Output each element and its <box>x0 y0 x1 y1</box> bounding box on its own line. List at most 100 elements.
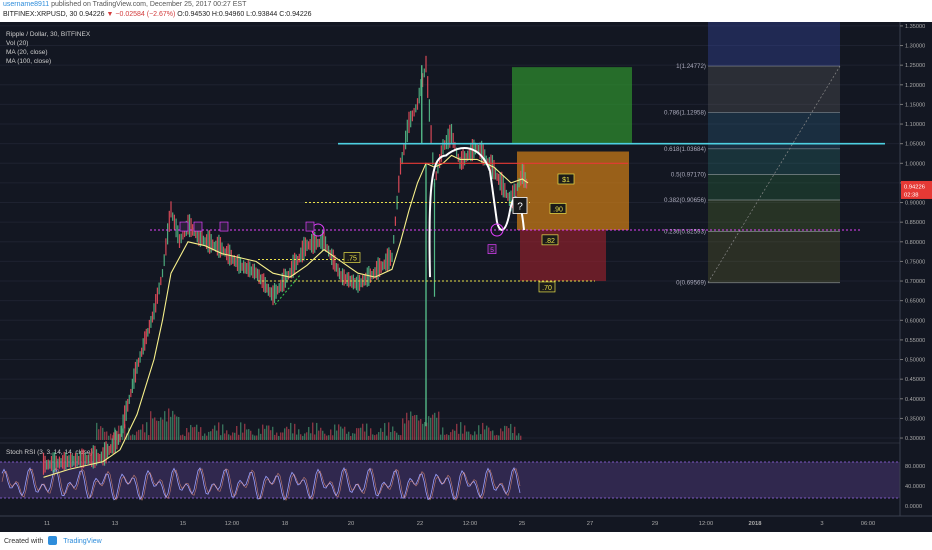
volume-bar <box>186 428 188 440</box>
volume-bar <box>156 420 158 440</box>
price-tick-label: 0.65000 <box>905 299 925 305</box>
ohlc-text: O:0.94530 H:0.94960 L:0.93844 C:0.94226 <box>177 11 312 18</box>
volume-bar <box>202 435 204 440</box>
footer: Created with TradingView <box>0 532 932 550</box>
volume-bar <box>324 433 326 440</box>
time-tick-label: 18 <box>282 521 288 527</box>
volume-bar <box>354 433 356 440</box>
volume-bar <box>340 426 342 440</box>
volume-bar <box>146 422 148 440</box>
author-link[interactable]: username8911 <box>3 1 49 8</box>
volume-bar <box>244 423 246 440</box>
volume-bar <box>276 432 278 440</box>
volume-bar <box>212 428 214 440</box>
fib-zone <box>708 174 840 200</box>
volume-bar <box>222 424 224 440</box>
price-tick-label: 0.45000 <box>905 377 925 383</box>
volume-bar <box>132 434 134 440</box>
price-label-1: $1 <box>562 177 570 184</box>
chart-svg[interactable]: Stoch RSI (3, 3, 14, 14, close) 1(1.24772… <box>0 22 932 532</box>
volume-bar <box>432 414 434 440</box>
volume-bar <box>148 435 150 440</box>
volume-bar <box>168 408 170 440</box>
volume-bar <box>214 425 216 440</box>
volume-bar <box>458 433 460 440</box>
volume-bar <box>488 427 490 440</box>
time-tick-label: 12:00 <box>463 521 478 527</box>
volume-bar <box>346 433 348 440</box>
volume-bar <box>326 435 328 440</box>
volume-bar <box>320 427 322 440</box>
volume-bar <box>500 428 502 440</box>
volume-bar <box>108 435 110 440</box>
volume-bar <box>292 433 294 440</box>
volume-bar <box>328 435 330 440</box>
volume-bar <box>100 426 102 440</box>
volume-bar <box>170 416 172 440</box>
tradingview-logo-icon <box>48 536 58 545</box>
volume-bar <box>322 430 324 440</box>
price-tick-label: 1.15000 <box>905 102 925 108</box>
price-tick-label: 0.60000 <box>905 318 925 324</box>
volume-bar <box>248 429 250 440</box>
volume-bar <box>280 432 282 440</box>
volume-bar <box>352 433 354 440</box>
volume-bar <box>220 435 222 440</box>
volume-bar <box>342 428 344 440</box>
volume-bar <box>390 432 392 440</box>
volume-bar <box>508 428 510 440</box>
time-tick-label: 06:00 <box>861 521 876 527</box>
down-arrow-icon: ▼ <box>106 11 114 18</box>
volume-bar <box>470 434 472 440</box>
volume-bar <box>410 411 412 440</box>
volume-bar <box>150 411 152 440</box>
volume-bar <box>400 435 402 440</box>
price-tick-label: 0.80000 <box>905 240 925 246</box>
volume-bar <box>158 420 160 440</box>
volume-bar <box>334 424 336 440</box>
volume-bar <box>164 411 166 440</box>
volume-bar <box>480 434 482 440</box>
volume-bar <box>494 435 496 440</box>
red-target-box <box>520 230 606 282</box>
volume-bar <box>516 435 518 440</box>
volume-bar <box>210 431 212 440</box>
volume-bar <box>428 416 430 440</box>
volume-bar <box>230 435 232 440</box>
volume-bar <box>466 431 468 440</box>
volume-bar <box>394 431 396 440</box>
volume-bar <box>506 426 508 440</box>
volume-bar <box>438 411 440 440</box>
volume-bar <box>386 435 388 440</box>
fib-ext-zone <box>708 22 840 67</box>
volume-bar <box>332 435 334 440</box>
price-tick-label: 1.30000 <box>905 44 925 50</box>
volume-bar <box>130 435 132 440</box>
last-price: 0.94226 <box>79 11 105 18</box>
volume-bar <box>306 432 308 440</box>
current-price-timer: 02:38 <box>904 192 919 198</box>
price-label-70: .70 <box>542 285 552 292</box>
volume-bar <box>310 433 312 440</box>
volume-bar <box>190 424 192 440</box>
volume-bar <box>174 414 176 440</box>
volume-bar <box>404 423 406 440</box>
volume-bar <box>450 432 452 440</box>
volume-bar <box>330 429 332 440</box>
published-text: published on TradingView.com, December 2… <box>51 1 247 8</box>
wave-marker-label: 5 <box>490 247 494 254</box>
volume-bar <box>378 432 380 440</box>
volume-bar <box>338 424 340 440</box>
price-tick-label: 1.20000 <box>905 83 925 89</box>
volume-bar <box>142 424 144 440</box>
volume-bar <box>452 429 454 440</box>
tradingview-link[interactable]: TradingView <box>63 538 102 545</box>
volume-bar <box>350 435 352 440</box>
fib-zone <box>708 199 840 232</box>
green-target-box <box>512 67 632 144</box>
chart-area[interactable]: Stoch RSI (3, 3, 14, 14, close) 1(1.24772… <box>0 22 932 532</box>
price-tick-label: 0.75000 <box>905 259 925 265</box>
time-tick-label: 12:00 <box>699 521 714 527</box>
fib-level-label: 0.618(1.03684) <box>664 146 706 153</box>
volume-bar <box>454 430 456 440</box>
